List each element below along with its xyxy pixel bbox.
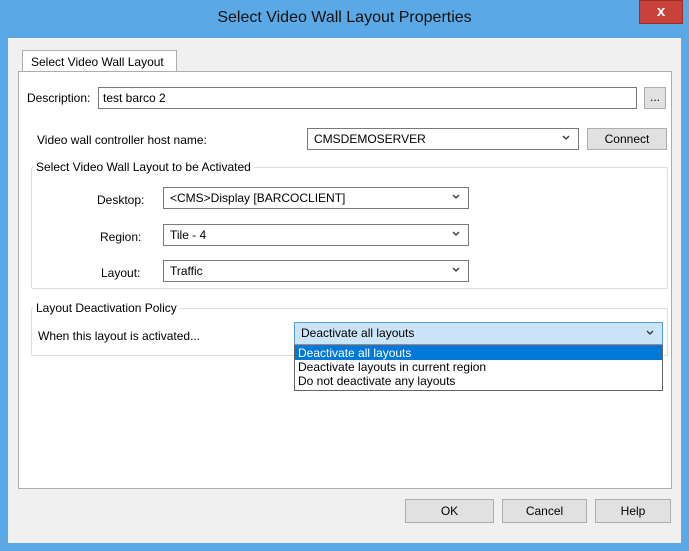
ok-button[interactable]: OK [405, 499, 494, 523]
help-button[interactable]: Help [595, 499, 671, 523]
title-bar[interactable]: Select Video Wall Layout Properties x [0, 0, 689, 38]
deactivation-policy-dropdown: Deactivate all layouts Deactivate layout… [294, 345, 663, 391]
browse-button[interactable]: ... [644, 87, 666, 109]
dialog-window: Select Video Wall Layout Properties x Se… [0, 0, 689, 551]
dropdown-option-deactivate-region[interactable]: Deactivate layouts in current region [295, 360, 662, 374]
close-button[interactable]: x [639, 0, 683, 24]
layout-label: Layout: [101, 266, 141, 280]
chevron-down-icon [452, 267, 460, 272]
description-label: Description: [27, 91, 91, 105]
tab-panel: Description: test barco 2 ... Video wall… [18, 71, 672, 489]
cancel-button[interactable]: Cancel [502, 499, 587, 523]
deactivation-policy-combo[interactable]: Deactivate all layouts [294, 322, 663, 345]
region-label: Region: [100, 230, 142, 244]
window-title: Select Video Wall Layout Properties [217, 9, 472, 26]
desktop-label: Desktop: [97, 193, 145, 207]
dropdown-option-deactivate-none[interactable]: Do not deactivate any layouts [295, 374, 662, 388]
chevron-down-icon [452, 194, 460, 199]
chevron-down-icon [452, 231, 460, 236]
desktop-value: <CMS>Display [BARCOCLIENT] [170, 191, 346, 205]
layout-value: Traffic [170, 264, 203, 278]
controller-host-value: CMSDEMOSERVER [314, 132, 426, 146]
activate-group-title: Select Video Wall Layout to be Activated [33, 160, 254, 174]
policy-group-title: Layout Deactivation Policy [33, 301, 180, 315]
controller-host-label: Video wall controller host name: [37, 133, 207, 147]
controller-host-combo[interactable]: CMSDEMOSERVER [307, 128, 579, 150]
policy-label: When this layout is activated... [38, 329, 201, 343]
region-combo[interactable]: Tile - 4 [163, 224, 469, 246]
dialog-client-area: Select Video Wall Layout Description: te… [8, 38, 681, 543]
description-field[interactable]: test barco 2 [98, 87, 637, 109]
tab-select-video-wall-layout[interactable]: Select Video Wall Layout [22, 50, 177, 72]
region-value: Tile - 4 [170, 228, 207, 242]
chevron-down-icon [646, 330, 654, 335]
layout-combo[interactable]: Traffic [163, 260, 469, 282]
dropdown-option-deactivate-all[interactable]: Deactivate all layouts [295, 346, 662, 360]
desktop-combo[interactable]: <CMS>Display [BARCOCLIENT] [163, 187, 469, 209]
chevron-down-icon [562, 135, 570, 140]
connect-button[interactable]: Connect [587, 128, 667, 150]
deactivation-policy-value: Deactivate all layouts [301, 326, 415, 340]
